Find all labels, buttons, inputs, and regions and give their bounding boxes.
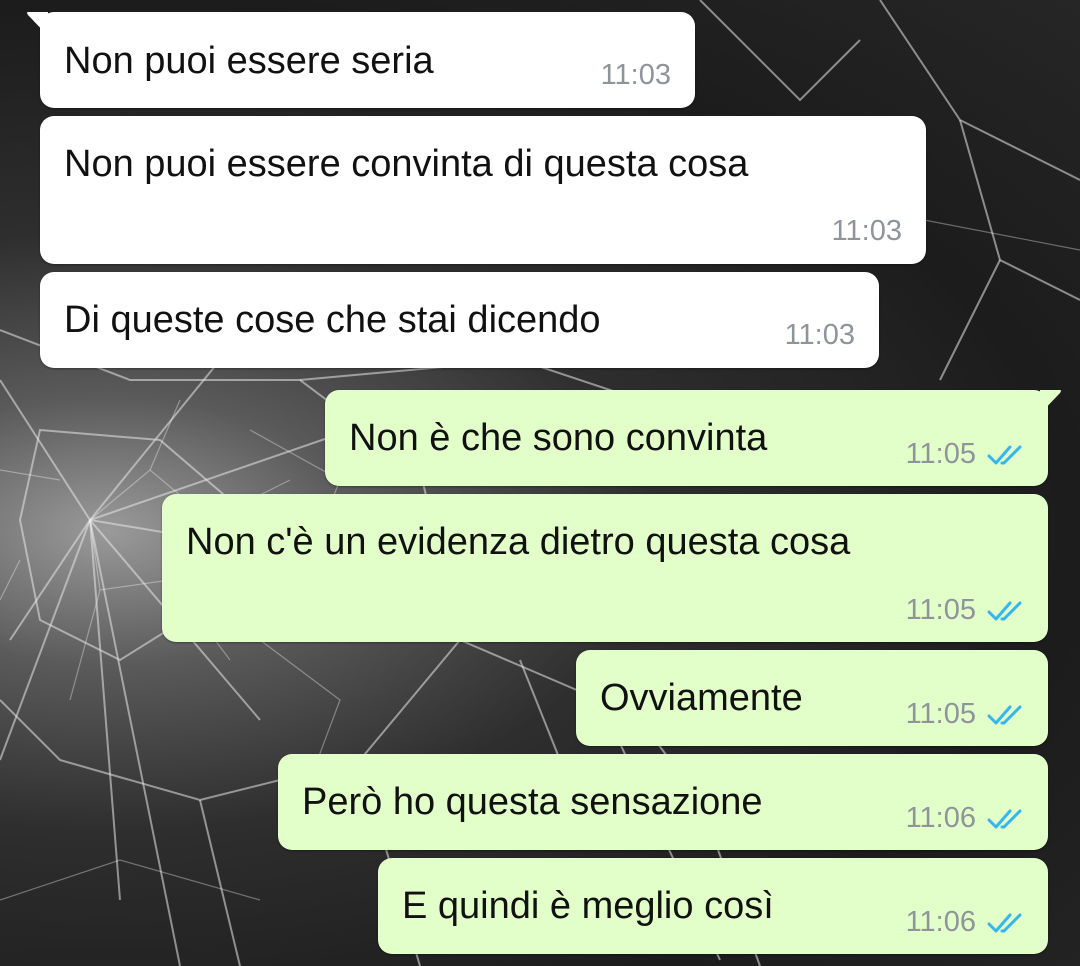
message-text: E quindi è meglio così	[402, 885, 774, 927]
message-bubble-incoming[interactable]: Di queste cose che stai dicendo 11:03	[40, 272, 879, 368]
message-time: 11:03	[784, 319, 855, 351]
message-text: Non puoi essere seria	[64, 40, 434, 82]
message-meta: 11:05	[906, 596, 1026, 625]
message-bubble-outgoing[interactable]: Però ho questa sensazione 11:06	[278, 754, 1048, 850]
message-text: Non puoi essere convinta di questa cosa	[64, 143, 749, 185]
message-time: 11:06	[905, 802, 976, 834]
message-time: 11:06	[905, 906, 976, 938]
double-check-read-icon	[987, 705, 1022, 724]
message-time: 11:03	[831, 215, 902, 247]
message-time: 11:05	[905, 594, 976, 626]
message-meta: 11:03	[832, 217, 902, 246]
message-meta: 11:05	[906, 440, 1026, 469]
bubble-tail	[27, 12, 48, 36]
message-meta: 11:05	[906, 700, 1026, 729]
double-check-read-icon	[987, 809, 1022, 828]
message-meta: 11:06	[906, 908, 1026, 937]
double-check-read-icon	[987, 445, 1022, 464]
message-time: 11:05	[905, 438, 976, 470]
message-bubble-outgoing[interactable]: Non c'è un evidenza dietro questa cosa 1…	[162, 494, 1048, 642]
message-meta: 11:03	[601, 61, 671, 90]
message-text: Ovviamente	[600, 677, 803, 719]
message-bubble-outgoing[interactable]: E quindi è meglio così 11:06	[378, 858, 1048, 954]
message-time: 11:03	[600, 59, 671, 91]
message-bubble-outgoing[interactable]: Ovviamente 11:05	[576, 650, 1048, 746]
message-bubble-incoming[interactable]: Non puoi essere seria 11:03	[27, 12, 695, 108]
message-meta: 11:06	[906, 804, 1026, 833]
double-check-read-icon	[987, 913, 1022, 932]
bubble-tail	[1040, 390, 1061, 414]
message-time: 11:05	[905, 698, 976, 730]
message-text: Però ho questa sensazione	[302, 781, 763, 823]
message-bubble-incoming[interactable]: Non puoi essere convinta di questa cosa …	[40, 116, 926, 264]
message-text: Di queste cose che stai dicendo	[64, 299, 601, 341]
chat-conversation: Non puoi essere seria 11:03 Non puoi ess…	[0, 0, 1080, 966]
message-text: Non c'è un evidenza dietro questa cosa	[186, 521, 851, 563]
message-meta: 11:03	[785, 321, 855, 350]
message-text: Non è che sono convinta	[349, 417, 768, 459]
message-bubble-outgoing[interactable]: Non è che sono convinta 11:05	[325, 390, 1061, 486]
double-check-read-icon	[987, 601, 1022, 620]
